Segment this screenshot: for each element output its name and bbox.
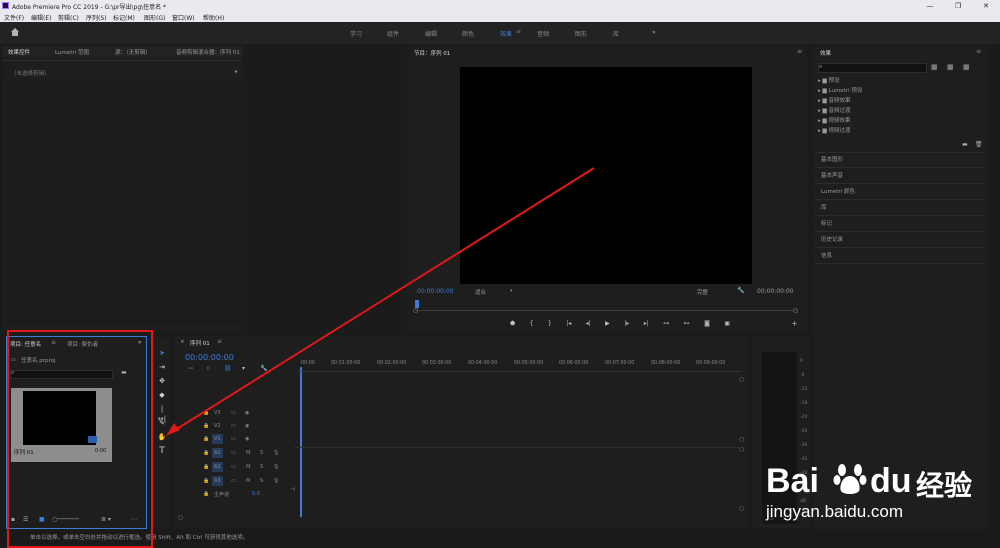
watermark-brand: Bai [766, 462, 819, 500]
baidu-watermark: Bai du 经验 jingyan.baidu.com [766, 454, 996, 524]
watermark-brand-suffix: du [870, 462, 912, 500]
watermark-url: jingyan.baidu.com [766, 502, 904, 521]
watermark-site-cn: 经验 [916, 469, 973, 502]
baidu-paw-icon [833, 464, 867, 494]
